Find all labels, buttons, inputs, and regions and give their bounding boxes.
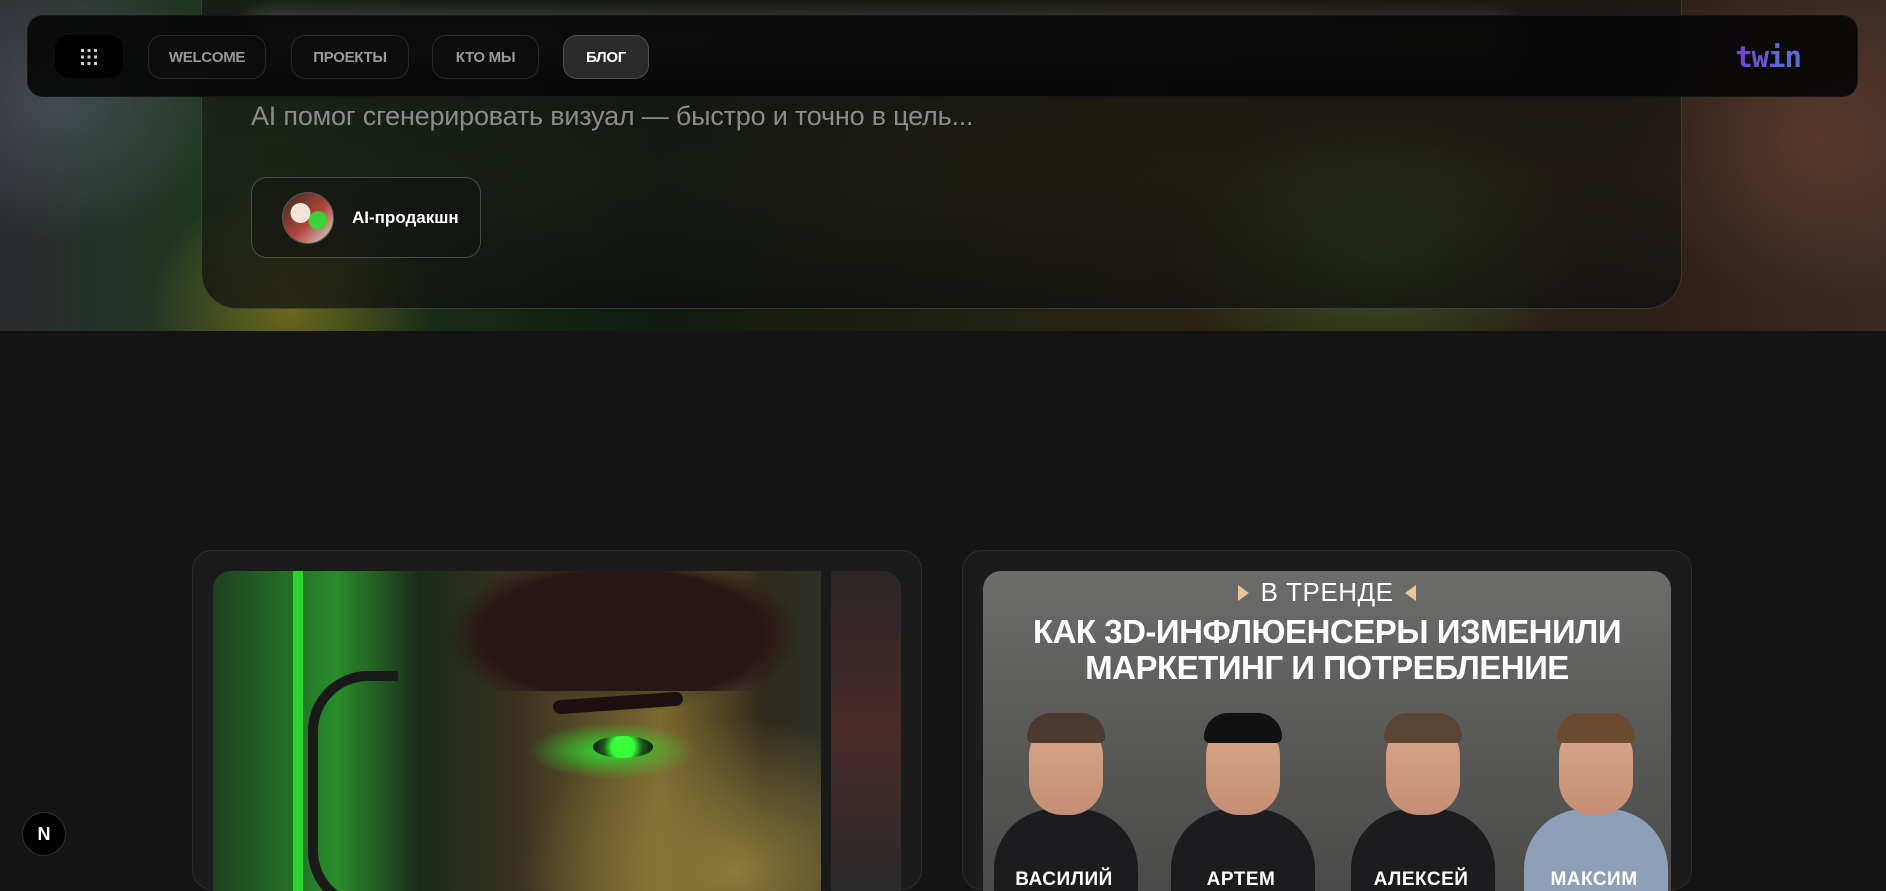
speaker-name: ВАСИЛИЙ — [1015, 869, 1113, 890]
logo-sup: 3d — [1800, 42, 1817, 60]
blog-card-ai-gamer[interactable] — [192, 550, 922, 891]
banner-title-line1: КАК 3D-ИНФЛЮЕНСЕРЫ ИЗМЕНИЛИ — [1032, 613, 1622, 650]
nav-welcome[interactable]: WELCOME — [148, 35, 266, 79]
triangle-left-icon — [1405, 584, 1417, 601]
3d-influencers-banner: В ТРЕНДЕ КАК 3D-ИНФЛЮЕНСЕРЫ ИЗМЕНИЛИ МАР… — [983, 571, 1671, 891]
nav-projects[interactable]: ПРОЕКТЫ — [291, 35, 409, 79]
speaker-name: АРТЕМ — [1206, 869, 1276, 890]
speakers-row: ВАСИЛИЙ АРТЕМ АЛЕКСЕЙ МАКСИМ — [983, 701, 1671, 891]
hero-subtitle: AI помог сгенерировать визуал — быстро и… — [251, 101, 974, 131]
logo-text: twin — [1735, 40, 1801, 74]
author-avatar — [282, 191, 334, 244]
speaker: АРТЕМ — [1166, 701, 1316, 891]
grid-icon — [81, 48, 97, 65]
nav-blog[interactable]: БЛОГ — [563, 35, 649, 79]
trend-tag-label: В ТРЕНДЕ — [1260, 577, 1394, 607]
top-navbar: WELCOME ПРОЕКТЫ КТО МЫ БЛОГ twin3d — [27, 15, 1858, 97]
ai-gamer-illustration — [213, 571, 901, 891]
speaker: АЛЕКСЕЙ — [1346, 701, 1496, 891]
nav-about[interactable]: КТО МЫ — [432, 35, 539, 79]
blog-card-3d-influencers[interactable]: В ТРЕНДЕ КАК 3D-ИНФЛЮЕНСЕРЫ ИЗМЕНИЛИ МАР… — [962, 550, 1692, 891]
banner-title: КАК 3D-ИНФЛЮЕНСЕРЫ ИЗМЕНИЛИ МАРКЕТИНГ И … — [983, 614, 1671, 686]
speaker: ВАСИЛИЙ — [989, 701, 1139, 891]
menu-grid-button[interactable] — [55, 35, 123, 78]
speaker: МАКСИМ — [1519, 701, 1669, 891]
twin3d-logo[interactable]: twin3d — [1735, 40, 1817, 74]
triangle-right-icon — [1237, 584, 1249, 601]
author-chip[interactable]: AI-продакшн — [251, 177, 481, 258]
trend-tag: В ТРЕНДЕ — [983, 577, 1671, 608]
speaker-name: МАКСИМ — [1550, 869, 1638, 890]
banner-title-line2: МАРКЕТИНГ И ПОТРЕБЛЕНИЕ — [1085, 649, 1569, 686]
nextjs-badge[interactable]: N — [22, 812, 66, 856]
speaker-name: АЛЕКСЕЙ — [1373, 869, 1469, 890]
author-name: AI-продакшн — [352, 207, 459, 227]
